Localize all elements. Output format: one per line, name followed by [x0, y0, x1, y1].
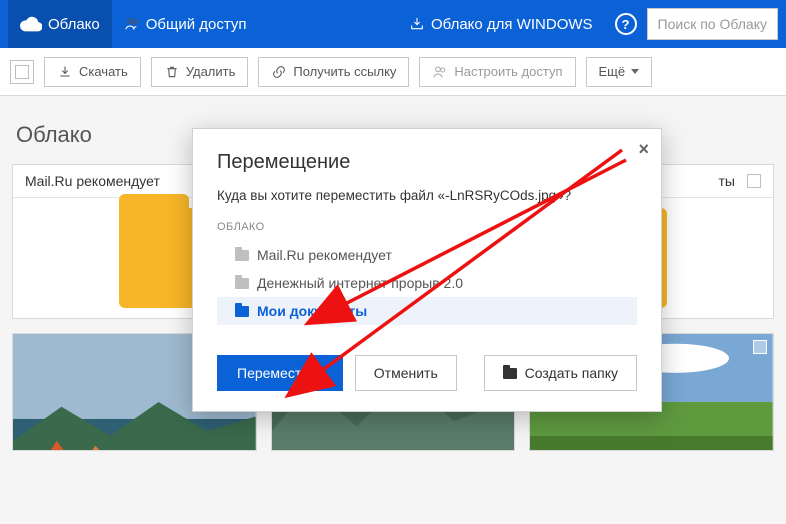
- folder-small-icon: [235, 250, 249, 261]
- tree-item-label: Mail.Ru рекомендует: [257, 247, 392, 263]
- tree-root-label: ОБЛАКО: [217, 221, 637, 233]
- move-dialog: × Перемещение Куда вы хотите переместить…: [192, 128, 662, 412]
- dialog-title: Перемещение: [217, 151, 637, 174]
- cancel-button[interactable]: Отменить: [355, 355, 457, 391]
- folder-dark-icon: [503, 368, 517, 379]
- folder-small-icon: [235, 278, 249, 289]
- tree-item-selected[interactable]: Мои документы: [217, 297, 637, 325]
- dialog-actions: Переместить Отменить Создать папку: [217, 355, 637, 391]
- close-icon[interactable]: ×: [638, 139, 649, 160]
- move-button[interactable]: Переместить: [217, 355, 343, 391]
- create-folder-label: Создать папку: [525, 365, 618, 381]
- folder-tree: Mail.Ru рекомендует Денежный интернет пр…: [217, 241, 637, 325]
- tree-item-label: Мои документы: [257, 303, 367, 319]
- dialog-prompt: Куда вы хотите переместить файл «-LnRSRy…: [217, 188, 637, 203]
- modal-overlay: × Перемещение Куда вы хотите переместить…: [0, 0, 786, 524]
- folder-small-icon: [235, 306, 249, 317]
- tree-item-label: Денежный интернет прорыв 2.0: [257, 275, 463, 291]
- create-folder-button[interactable]: Создать папку: [484, 355, 637, 391]
- tree-item[interactable]: Денежный интернет прорыв 2.0: [217, 269, 637, 297]
- tree-item[interactable]: Mail.Ru рекомендует: [217, 241, 637, 269]
